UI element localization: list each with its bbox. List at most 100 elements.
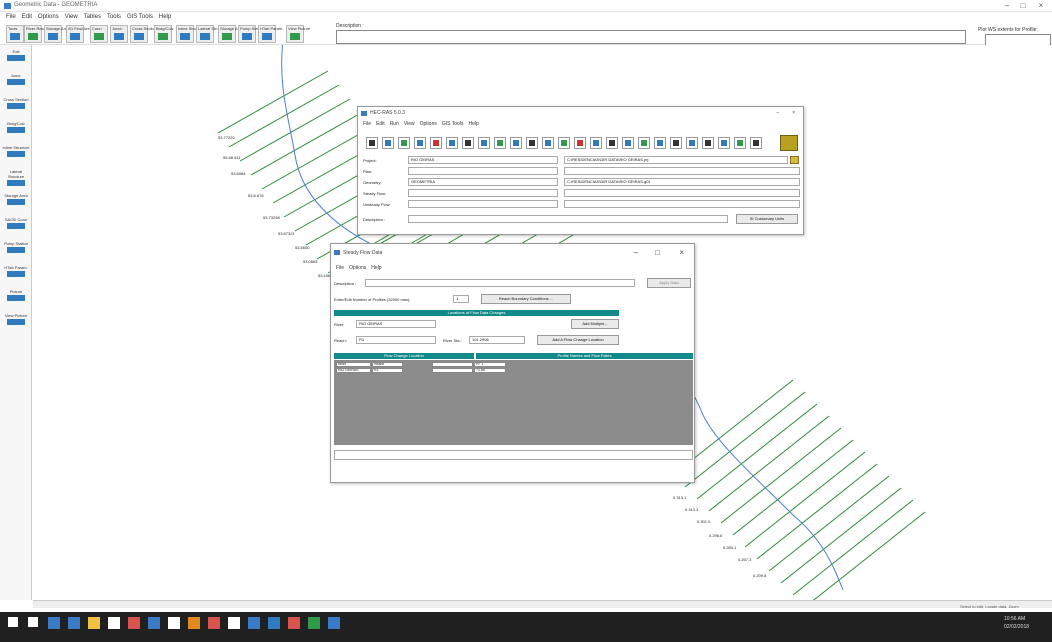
apply-data-button[interactable]: Apply Data [647,278,691,288]
cross-section-label[interactable]: 53.0505 [303,259,317,264]
hecras-tool-icon[interactable] [430,137,442,149]
taskbar-app-icon[interactable] [88,617,100,629]
taskbar-app-icon[interactable] [168,617,180,629]
left-tool-edit[interactable]: Edit [2,49,30,69]
picture-button[interactable]: View Picture [286,25,310,43]
hecras-tool-icon[interactable] [686,137,698,149]
storage-area-button[interactable]: Storage Area [44,25,69,43]
hecras-close-button[interactable]: × [792,107,795,120]
menu-view[interactable]: View [65,12,78,23]
left-tool-picture[interactable]: Picture [2,289,30,309]
steady-flow-path-field[interactable] [564,189,800,197]
plan-field[interactable] [408,167,558,175]
taskbar-app-icon[interactable] [268,617,280,629]
table-cell-rs[interactable] [432,368,473,373]
cross-section-button[interactable]: Cross Section [130,25,157,43]
taskbar-app-icon[interactable] [328,617,340,629]
hecras-tool-icon[interactable] [526,137,538,149]
hecras-description-field[interactable] [408,215,728,223]
cross-section-label[interactable]: 0.283.1 [723,545,736,550]
hecras-menu-options[interactable]: Options [420,121,437,127]
2d-flow-area-button[interactable]: 2D Flow Area [66,25,92,43]
reach-select[interactable]: R1 [356,336,436,344]
geometry-field[interactable]: GEOMETRIA [408,178,558,186]
cross-section-label[interactable]: 0.301.0 [697,519,710,524]
left-tool-htab-param-[interactable]: HTab Param. [2,265,30,285]
hecras-tool-icon[interactable] [670,137,682,149]
taskbar-app-icon[interactable] [128,617,140,629]
river-reach-button[interactable]: River Reach [24,25,48,43]
plan-path-field[interactable] [564,167,800,175]
tools-button[interactable]: Tools [6,25,24,43]
taskbar-app-icon[interactable] [48,617,60,629]
cross-section-label[interactable]: 53.6084 [231,171,245,176]
hecras-tool-icon[interactable] [606,137,618,149]
hecras-tool-icon[interactable] [622,137,634,149]
hecras-minimize-button[interactable]: – [776,107,779,120]
open-folder-icon[interactable] [790,156,799,164]
hecras-tool-icon[interactable] [542,137,554,149]
taskbar-app-icon[interactable] [188,617,200,629]
hecras-tool-icon[interactable] [638,137,650,149]
project-field[interactable]: RIO GEIRAS [408,156,558,164]
hecras-tool-icon[interactable] [398,137,410,149]
steady-close-button[interactable]: × [679,244,684,262]
storage-conn-button[interactable]: Storage Area Conn [218,25,254,43]
lateral-structure-button[interactable]: Lateral Structure [196,25,228,43]
hecras-tool-icon[interactable] [510,137,522,149]
menu-gis-tools[interactable]: GIS Tools [127,12,153,23]
table-cell[interactable]: R1 [372,368,403,373]
unsteady-flow-path-field[interactable] [564,200,800,208]
left-tool-view-picture[interactable]: View Picture [2,313,30,333]
hecras-tool-icon[interactable] [462,137,474,149]
cross-section-label[interactable]: 0.267.3 [738,557,751,562]
hecras-tool-icon[interactable] [446,137,458,149]
cross-section-label[interactable]: 53.6.676 [248,193,264,198]
connection-button[interactable]: Conn [90,25,108,43]
hecras-tool-icon[interactable] [590,137,602,149]
project-path-field[interactable]: C:\RESIDENCIAS\DIR DATA\RIO GEIRAS.prj [564,156,788,164]
reach-boundary-button[interactable]: Reach Boundary Conditions ... [481,294,571,304]
hecras-tool-icon[interactable] [558,137,570,149]
add-flow-change-button[interactable]: Add A Flow Change Location [537,335,619,345]
hecras-tool-icon[interactable] [750,137,762,149]
left-tool-inline-structure[interactable]: Inline Structure [2,145,30,165]
junction-button[interactable]: Junct. [110,25,128,43]
hecras-tool-icon[interactable] [478,137,490,149]
left-tool-sa-2d-conn[interactable]: SA/2D Conn [2,217,30,237]
hecras-tool-icon[interactable] [414,137,426,149]
taskbar-app-icon[interactable] [288,617,300,629]
cross-section-label[interactable]: 53.77220 [218,135,235,140]
steady-description-field[interactable] [365,279,635,287]
hecras-tool-icon[interactable] [654,137,666,149]
taskbar-app-icon[interactable] [28,617,38,627]
taskbar-app-icon[interactable] [308,617,320,629]
left-tool-storage-area[interactable]: Storage Area [2,193,30,213]
steady-maximize-button[interactable]: □ [655,244,660,262]
left-tool-cross-section[interactable]: Cross Section [2,97,30,117]
close-button[interactable]: × [1034,1,1048,11]
cross-section-label[interactable]: 53.5600 [295,245,309,250]
hecras-tool-icon[interactable] [366,137,378,149]
menu-edit[interactable]: Edit [22,12,32,23]
hecras-tool-icon[interactable] [702,137,714,149]
hecras-menu-run[interactable]: Run [390,121,399,127]
taskbar-app-icon[interactable] [148,617,160,629]
steady-menu-help[interactable]: Help [371,265,381,271]
hecras-tool-icon[interactable] [382,137,394,149]
add-multiple-button[interactable]: Add Multiple... [571,319,619,329]
hecras-menu-file[interactable]: File [363,121,371,127]
hecras-tool-icon[interactable] [718,137,730,149]
profiles-input[interactable]: 1 [453,295,469,303]
steady-menu-options[interactable]: Options [349,265,366,271]
river-select[interactable]: RIO GEIRAS [356,320,436,328]
steady-menu-file[interactable]: File [336,265,344,271]
minimize-button[interactable]: – [1000,1,1014,11]
hecras-menu-gis-tools[interactable]: GIS Tools [442,121,464,127]
taskbar-app-icon[interactable] [228,617,240,629]
menu-tables[interactable]: Tables [84,12,101,23]
table-cell[interactable]: 71.85 [474,368,506,373]
menu-file[interactable]: File [6,12,16,23]
left-tool-brdg-culv[interactable]: Brdg/Culv [2,121,30,141]
cross-section-label[interactable]: 0.313.1 [673,495,686,500]
